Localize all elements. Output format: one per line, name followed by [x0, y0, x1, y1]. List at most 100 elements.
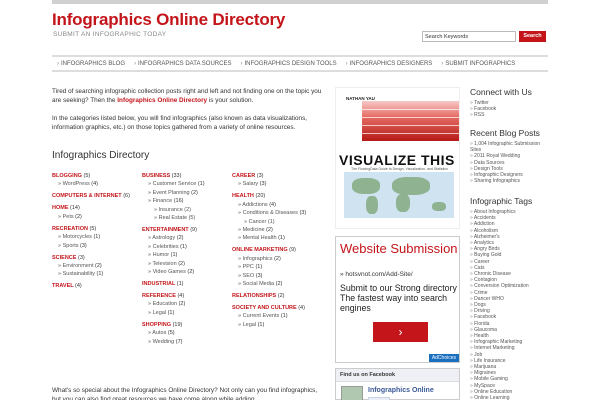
- tags-heading: Infographic Tags: [470, 196, 533, 206]
- subcategory-link[interactable]: » Motorcycles (1): [52, 233, 140, 241]
- subcategory-link[interactable]: » Astrology (2): [142, 234, 230, 242]
- subcategory-link[interactable]: » Legal (1): [142, 309, 230, 317]
- subcategory-link[interactable]: » Legal (1): [232, 321, 320, 329]
- nav-designers[interactable]: › INFOGRAPHICS DESIGNERS: [346, 61, 433, 67]
- subcategory-link[interactable]: » Customer Service (1): [142, 180, 230, 188]
- category-count: (4): [298, 305, 305, 312]
- subcategory-link[interactable]: » Video Games (2): [142, 268, 230, 276]
- directory-column-1: BLOGGING (5)» WordPress (4) COMPUTERS & I…: [52, 172, 140, 294]
- subcategory-count: (4): [91, 181, 98, 188]
- category-link[interactable]: BUSINESS (33): [142, 172, 230, 180]
- subcategory-link[interactable]: » Addictions (4): [232, 201, 320, 209]
- tag-link[interactable]: Online Learning: [470, 395, 550, 400]
- subcategory-link[interactable]: » Social Media (2): [232, 280, 320, 288]
- category-link[interactable]: CAREER (3): [232, 172, 320, 180]
- subcategory-count: (1): [180, 243, 187, 250]
- subcategory-link[interactable]: » Cancer (1): [232, 218, 320, 226]
- search-input[interactable]: [422, 31, 516, 42]
- subcategory-link[interactable]: » Real Estate (5): [142, 214, 230, 222]
- category-link[interactable]: RELATIONSHIPS (2): [232, 292, 320, 300]
- intro-link[interactable]: Infographics Online Directory: [117, 97, 207, 104]
- nav-infographics-blog[interactable]: › INFOGRAPHICS BLOG: [57, 61, 125, 67]
- subcategory-name: Insurance: [158, 206, 185, 213]
- category-link[interactable]: SCIENCE (3): [52, 254, 140, 262]
- nav-label: INFOGRAPHICS BLOG: [61, 60, 126, 67]
- subcategory-link[interactable]: » Sustainability (1): [52, 270, 140, 278]
- nav-label: SUBMIT INFOGRAPHICS: [445, 60, 516, 67]
- category-count: (3): [256, 173, 264, 179]
- subcategory-count: (2): [187, 269, 195, 276]
- subcategory-link[interactable]: » Salary (3): [232, 180, 320, 188]
- search-button[interactable]: Search: [519, 31, 546, 42]
- subcategory-name: WordPress: [62, 181, 92, 188]
- subcategory-link[interactable]: » Mental Health (1): [232, 234, 320, 242]
- site-title[interactable]: Infographics Online Directory: [52, 10, 285, 30]
- nav-submit[interactable]: › SUBMIT INFOGRAPHICS: [441, 61, 515, 67]
- ad-banner[interactable]: Website Submission » hotsvnot.com/Add-Si…: [335, 236, 460, 363]
- adchoices-badge[interactable]: AdChoices: [428, 354, 459, 362]
- connect-link[interactable]: RSS: [470, 112, 550, 118]
- category-link[interactable]: SHOPPING (19): [142, 321, 230, 329]
- category-link[interactable]: ONLINE MARKETING (9): [232, 246, 320, 254]
- subcategory-link[interactable]: » Infographics (2): [232, 255, 320, 263]
- map-land: [392, 177, 430, 195]
- recent-post-link[interactable]: 1,004 Infographic Submission Sites: [470, 141, 550, 153]
- subcategory-name: Pets: [62, 213, 76, 220]
- subcategory-name: Astrology: [152, 235, 177, 242]
- subcategory-count: (2): [176, 235, 184, 242]
- subcategory-name: Real Estate: [158, 215, 189, 222]
- ad-url[interactable]: » hotsvnot.com/Add-Site/: [340, 271, 413, 278]
- category-count: (9): [190, 227, 197, 234]
- sidebar-recent: Recent Blog Posts 1,004 Infographic Subm…: [470, 128, 550, 184]
- subcategory-link[interactable]: » Environment (2): [52, 262, 140, 270]
- subcategory-count: (1): [93, 234, 101, 241]
- subcategory-name: Salary: [242, 181, 260, 188]
- subcategory-link[interactable]: » WordPress (4): [52, 180, 140, 188]
- category-name: COMPUTERS & INTERNET: [52, 193, 124, 200]
- subcategory-link[interactable]: » Current Events (1): [232, 312, 320, 320]
- category-link[interactable]: ENTERTAINMENT (9): [142, 226, 230, 234]
- recent-post-link[interactable]: Sharing Infographics: [470, 178, 550, 184]
- subcategory-link[interactable]: » Humor (1): [142, 251, 230, 259]
- category-link[interactable]: INDUSTRIAL (1): [142, 280, 230, 288]
- subcategory-link[interactable]: » Insurance (2): [142, 206, 230, 214]
- category-link[interactable]: HOME (14): [52, 204, 140, 212]
- subcategory-link[interactable]: » Pets (2): [52, 213, 140, 221]
- site-tagline[interactable]: SUBMIT AN INFOGRAPHIC TODAY: [53, 31, 166, 38]
- category-count: (14): [70, 205, 80, 212]
- category-link[interactable]: BLOGGING (5): [52, 172, 140, 180]
- category-count: (3): [77, 254, 85, 261]
- category-link[interactable]: COMPUTERS & INTERNET (6): [52, 192, 140, 200]
- facebook-page-thumbnail[interactable]: [341, 386, 363, 400]
- subcategory-link[interactable]: » Medicine (2): [232, 226, 320, 234]
- category-link[interactable]: HEALTH (20): [232, 192, 320, 200]
- subcategory-link[interactable]: » Autos (5): [142, 329, 230, 337]
- subcategory-link[interactable]: » Conditions & Diseases (3): [232, 209, 320, 217]
- subcategory-link[interactable]: » Sports (3): [52, 242, 140, 250]
- facebook-page-name[interactable]: Infographics Online: [368, 387, 434, 394]
- subcategory-name: Infographics: [242, 255, 275, 262]
- category-block: RELATIONSHIPS (2): [232, 292, 320, 300]
- book-cover-image[interactable]: NATHAN YAU VISUALIZE THIS The FlowingDat…: [335, 87, 460, 229]
- world-map-graphic: [344, 172, 454, 218]
- subcategory-link[interactable]: » Event Planning (2): [142, 189, 230, 197]
- category-link[interactable]: SOCIETY AND CULTURE (4): [232, 304, 320, 312]
- subcategory-link[interactable]: » SEO (3): [232, 272, 320, 280]
- category-count: (33): [171, 173, 182, 179]
- category-link[interactable]: RECREATION (5): [52, 225, 140, 233]
- category-name: ENTERTAINMENT: [142, 227, 191, 234]
- subcategory-link[interactable]: » PPC (1): [232, 263, 320, 271]
- subcategory-name: Medicine: [242, 227, 267, 234]
- ad-go-button[interactable]: ›: [373, 322, 428, 342]
- category-name: CAREER: [232, 173, 257, 179]
- subcategory-link[interactable]: » Television (2): [142, 260, 230, 268]
- nav-data-sources[interactable]: › INFOGRAPHICS DATA SOURCES: [134, 61, 231, 67]
- subcategory-link[interactable]: » Finance (16): [142, 197, 230, 205]
- category-link[interactable]: REFERENCE (4): [142, 292, 230, 300]
- category-link[interactable]: TRAVEL (4): [52, 282, 140, 290]
- nav-design-tools[interactable]: › INFOGRAPHICS DESIGN TOOLS: [240, 61, 336, 67]
- subcategory-link[interactable]: » Celebrities (1): [142, 243, 230, 251]
- ad-title[interactable]: Website Submission: [340, 242, 458, 256]
- subcategory-link[interactable]: » Education (2): [142, 300, 230, 308]
- subcategory-link[interactable]: » Wedding (7): [142, 338, 230, 346]
